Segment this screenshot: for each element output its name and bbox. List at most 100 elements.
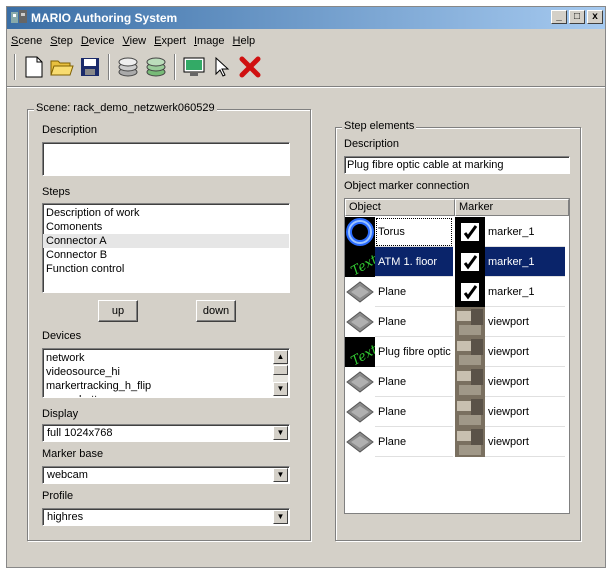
marker-cell[interactable]: viewport — [485, 337, 565, 367]
marker-cell[interactable]: marker_1 — [485, 277, 565, 307]
marker-column-header[interactable]: Marker — [455, 199, 569, 216]
object-cell[interactable]: Plane — [375, 307, 453, 337]
toolbar-grip[interactable] — [14, 54, 16, 80]
step-item[interactable]: Connector B — [43, 248, 289, 262]
table-row[interactable]: Plane viewport — [345, 307, 565, 337]
text-icon: Text — [345, 337, 381, 369]
table-row[interactable]: Plane viewport — [345, 427, 565, 457]
device-item[interactable]: videosource_hi — [43, 365, 273, 379]
save-icon — [81, 58, 99, 76]
object-cell[interactable]: Plug fibre optic c — [375, 337, 453, 367]
step-description-label: Description — [344, 138, 400, 150]
step-item[interactable]: Function control — [43, 262, 289, 276]
new-file-icon — [25, 56, 43, 78]
layers-icon — [146, 57, 166, 77]
scene-description-input[interactable] — [42, 142, 290, 176]
marker-base-label: Marker base — [42, 448, 104, 460]
devices-list[interactable]: network videosource_hi markertracking_h_… — [42, 348, 290, 398]
maximize-button[interactable]: □ — [569, 10, 585, 24]
object-column-header[interactable]: Object — [345, 199, 455, 216]
new-file-button[interactable] — [21, 54, 47, 80]
object-cell[interactable]: Torus — [375, 217, 453, 247]
menu-step[interactable]: Step — [50, 35, 73, 47]
minimize-button[interactable]: _ — [551, 10, 567, 24]
toolbar — [11, 51, 601, 83]
step-item[interactable]: Comonents — [43, 220, 289, 234]
device-item[interactable]: markertracking_h_flip — [43, 379, 273, 393]
plane-icon — [345, 427, 375, 457]
step-item[interactable]: Description of work — [43, 206, 289, 220]
steps-list[interactable]: Description of work Comonents Connector … — [42, 203, 290, 293]
menu-device[interactable]: Device — [81, 35, 115, 47]
step-description-input[interactable]: Plug fibre optic cable at marking — [344, 156, 570, 174]
viewport-icon — [455, 397, 485, 427]
chevron-down-icon[interactable]: ▼ — [273, 468, 288, 482]
object-cell[interactable]: Plane — [375, 277, 453, 307]
menu-view[interactable]: View — [122, 35, 146, 47]
marker-cell[interactable]: marker_1 — [485, 247, 565, 277]
devices-label: Devices — [42, 330, 82, 342]
scroll-up-button[interactable]: ▲ — [273, 350, 288, 364]
step-item-selected[interactable]: Connector A — [43, 234, 289, 248]
step-up-button[interactable]: up — [98, 300, 138, 322]
close-button[interactable]: x — [587, 10, 603, 24]
table-row[interactable]: Text Plug fibre optic c viewport — [345, 337, 565, 369]
pointer-arrow-icon — [215, 56, 230, 77]
table-row[interactable]: Torus marker_1 — [345, 217, 565, 247]
menu-scene[interactable]: Scene — [11, 35, 42, 47]
object-cell[interactable]: Plane — [375, 397, 453, 427]
marker-cell[interactable]: viewport — [485, 307, 565, 337]
table-row[interactable]: Plane viewport — [345, 367, 565, 397]
step-elements-group: Step elements Description Plug fibre opt… — [335, 120, 581, 541]
menu-help[interactable]: Help — [233, 35, 256, 47]
profile-select[interactable]: highres ▼ — [42, 508, 290, 526]
marker-cell[interactable]: viewport — [485, 367, 565, 397]
app-icon — [11, 10, 27, 23]
profile-label: Profile — [42, 490, 74, 502]
object-cell[interactable]: Plane — [375, 427, 453, 457]
menu-image[interactable]: Image — [194, 35, 225, 47]
steps-label: Steps — [42, 186, 71, 198]
marker-cell[interactable]: viewport — [485, 427, 565, 457]
viewport-icon — [455, 427, 485, 457]
display-value: full 1024x768 — [47, 427, 113, 439]
display-select[interactable]: full 1024x768 ▼ — [42, 424, 290, 442]
table-row[interactable]: Text ATM 1. floor marker_1 — [345, 247, 565, 279]
scene-stack-button[interactable] — [115, 54, 141, 80]
open-folder-button[interactable] — [49, 54, 75, 80]
text-icon: Text — [345, 247, 381, 279]
scene-description-label: Description — [42, 124, 98, 136]
marker-base-select[interactable]: webcam ▼ — [42, 466, 290, 484]
marker-cell[interactable]: marker_1 — [485, 217, 565, 247]
viewport-icon — [455, 337, 485, 367]
profile-value: highres — [47, 511, 84, 523]
plane-icon — [345, 397, 375, 427]
object-cell[interactable]: Plane — [375, 367, 453, 397]
toolbar-separator — [174, 54, 176, 80]
title-bar[interactable]: MARIO Authoring System _ □ x — [7, 7, 605, 29]
object-marker-grid[interactable]: Object Marker Torus marker_1 Text ATM 1. fl… — [344, 198, 570, 514]
object-cell[interactable]: ATM 1. floor — [375, 247, 453, 277]
table-row[interactable]: Plane viewport — [345, 397, 565, 427]
save-button[interactable] — [77, 54, 103, 80]
select-pointer-button[interactable] — [209, 54, 235, 80]
menu-expert[interactable]: Expert — [154, 35, 186, 47]
step-stack-button[interactable] — [143, 54, 169, 80]
chevron-down-icon[interactable]: ▼ — [273, 426, 288, 440]
toolbar-divider — [7, 86, 605, 88]
scroll-thumb[interactable] — [273, 365, 288, 375]
plane-icon — [345, 307, 375, 337]
marker-cell[interactable]: viewport — [485, 397, 565, 427]
delete-button[interactable] — [237, 54, 263, 80]
device-item[interactable]: mousebutton — [43, 393, 273, 397]
step-elements-label: Step elements — [342, 120, 417, 132]
devices-scrollbar[interactable]: ▲ ▼ — [273, 350, 288, 396]
chevron-down-icon[interactable]: ▼ — [273, 510, 288, 524]
step-down-button[interactable]: down — [196, 300, 236, 322]
preview-button[interactable] — [181, 54, 207, 80]
scroll-down-button[interactable]: ▼ — [273, 382, 288, 396]
toolbar-separator — [108, 54, 110, 80]
table-row[interactable]: Plane marker_1 — [345, 277, 565, 307]
monitor-icon — [183, 57, 205, 76]
device-item[interactable]: network — [43, 351, 273, 365]
